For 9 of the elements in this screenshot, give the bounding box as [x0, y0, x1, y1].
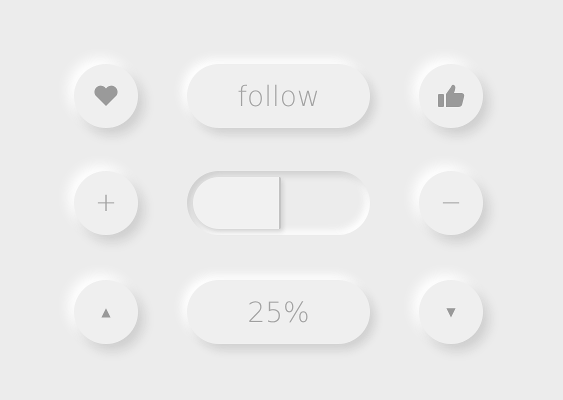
thumbs-up-icon — [437, 83, 465, 109]
heart-icon — [93, 85, 119, 107]
plus-button[interactable]: + — [74, 171, 138, 235]
toggle-knob[interactable] — [193, 177, 281, 229]
percent-display: 25% — [187, 280, 370, 344]
follow-button[interactable]: follow — [187, 64, 370, 128]
increase-button[interactable]: ▲ — [74, 280, 138, 344]
decrease-button[interactable]: ▼ — [419, 280, 483, 344]
minus-button[interactable]: − — [419, 171, 483, 235]
